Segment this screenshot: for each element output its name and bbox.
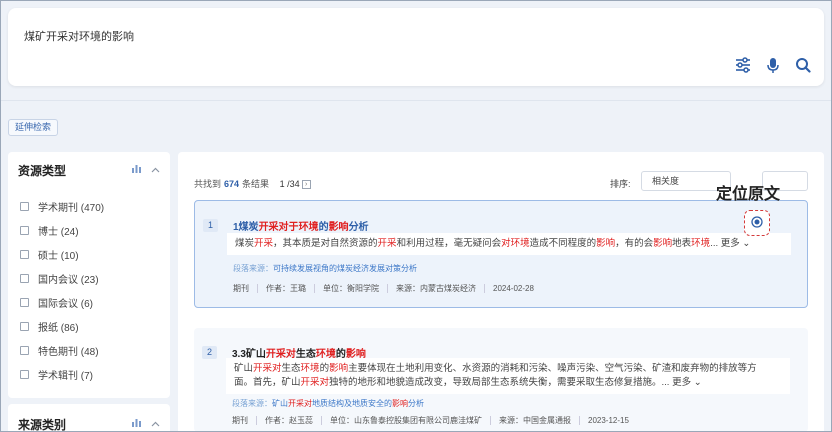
source-link[interactable]: 可持续发展视角的煤炭经济发展对策分析	[273, 264, 417, 273]
filter-item[interactable]: 国际会议 (6)	[20, 295, 93, 310]
chevron-up-icon[interactable]	[151, 419, 160, 430]
chevron-down-icon[interactable]: ⌄	[740, 238, 750, 249]
result-index: 1	[203, 219, 218, 232]
filter-item[interactable]: 博士 (24)	[20, 223, 79, 238]
filter-item[interactable]: 特色期刊 (48)	[20, 343, 99, 358]
bar-chart-icon[interactable]	[132, 164, 141, 176]
paragraph-source: 段落来源：矿山开采对地质结构及地质安全的影响分析	[232, 399, 424, 408]
filter-label: 报纸 (86)	[38, 323, 79, 334]
filter-label: 国内会议 (23)	[38, 275, 99, 286]
resource-type-title: 资源类型	[18, 163, 67, 178]
search-input[interactable]: 煤矿开采对环境的影响	[24, 28, 134, 44]
checkbox[interactable]	[20, 274, 29, 283]
checkbox[interactable]	[20, 250, 29, 259]
meta-unit: 单位：衡阳学院	[323, 284, 379, 293]
locate-original-label: 定位原文	[716, 184, 781, 203]
search-tools	[734, 56, 812, 74]
result-number: 674	[224, 179, 240, 189]
microphone-icon[interactable]	[764, 56, 782, 74]
meta-date: 2023-12-15	[588, 416, 629, 425]
meta-source: 来源：内蒙古煤炭经济	[396, 284, 476, 293]
meta-author: 作者：赵玉蕊	[265, 416, 313, 425]
result-card[interactable]: 1 1煤炭开采对于环境的影响分析 煤炭开采，其本质是对自然资源的开采和利用过程，…	[194, 200, 808, 308]
page-next-icon[interactable]: ›	[301, 180, 311, 190]
result-meta: 期刊 作者：赵玉蕊 单位：山东鲁泰控股集团有限公司鹿洼煤矿 来源：中国金属通报 …	[232, 415, 629, 426]
filter-sliders-icon[interactable]	[734, 56, 752, 74]
chevron-up-icon[interactable]	[151, 165, 160, 176]
checkbox[interactable]	[20, 346, 29, 355]
chevron-down-icon[interactable]: ⌄	[691, 377, 702, 388]
filter-label: 特色期刊 (48)	[38, 347, 99, 358]
filter-label: 博士 (24)	[38, 227, 79, 238]
target-icon	[751, 215, 763, 231]
result-index: 2	[202, 346, 217, 359]
resource-type-header: 资源类型	[18, 162, 160, 178]
filter-item[interactable]: 国内会议 (23)	[20, 271, 99, 286]
meta-source: 来源：中国金属通报	[499, 416, 571, 425]
resource-type-panel: 资源类型 学术期刊 (470) 博士 (24) 硕士 (10) 国内会议 (23…	[8, 152, 170, 398]
result-card[interactable]: 2 3.3矿山开采对生态环境的影响 矿山开采对生态环境的影响主要体现在土地利用变…	[194, 328, 808, 432]
filter-item[interactable]: 学术辑刊 (7)	[20, 367, 93, 382]
header-divider	[0, 100, 832, 101]
source-category-title: 来源类别	[18, 417, 67, 432]
search-box[interactable]: 煤矿开采对环境的影响	[8, 8, 824, 86]
checkbox[interactable]	[20, 226, 29, 235]
found-prefix: 共找到	[194, 179, 222, 189]
more-link[interactable]: 更多	[721, 238, 740, 249]
meta-type: 期刊	[232, 416, 248, 425]
result-meta: 期刊 作者：王璐 单位：衡阳学院 来源：内蒙古煤炭经济 2024-02-28	[233, 283, 534, 294]
extend-search-button[interactable]: 延伸检索	[8, 119, 59, 136]
locate-original-button[interactable]	[744, 210, 770, 236]
more-link[interactable]: 更多	[672, 377, 691, 388]
meta-unit: 单位：山东鲁泰控股集团有限公司鹿洼煤矿	[330, 416, 482, 425]
checkbox[interactable]	[20, 370, 29, 379]
meta-author: 作者：王璐	[266, 284, 306, 293]
checkbox[interactable]	[20, 322, 29, 331]
page-indicator: 1 /34	[279, 179, 300, 189]
filter-label: 学术辑刊 (7)	[38, 371, 93, 382]
meta-type: 期刊	[233, 284, 249, 293]
meta-date: 2024-02-28	[493, 284, 534, 293]
sort-label: 排序:	[610, 179, 631, 189]
result-snippet: 矿山开采对生态环境的影响主要体现在土地利用变化、水资源的消耗和污染、噪声污染、空…	[226, 358, 790, 394]
source-category-panel: 来源类别	[8, 404, 170, 432]
filter-label: 国际会议 (6)	[38, 299, 93, 310]
result-title[interactable]: 1煤炭开采对于环境的影响分析	[233, 218, 369, 233]
paragraph-source: 段落来源：可持续发展视角的煤炭经济发展对策分析	[233, 264, 417, 273]
filter-item[interactable]: 硕士 (10)	[20, 247, 79, 262]
search-icon[interactable]	[794, 56, 812, 74]
filter-label: 硕士 (10)	[38, 251, 79, 262]
filter-label: 学术期刊 (470)	[38, 203, 105, 214]
source-category-header: 来源类别	[18, 416, 160, 432]
bar-chart-icon[interactable]	[132, 418, 141, 430]
result-snippet: 煤炭开采，其本质是对自然资源的开采和利用过程，毫无疑问会对环境造成不同程度的影响…	[227, 233, 791, 255]
found-suffix: 条结果	[242, 179, 270, 189]
filter-item[interactable]: 学术期刊 (470)	[20, 199, 104, 214]
checkbox[interactable]	[20, 298, 29, 307]
filter-item[interactable]: 报纸 (86)	[20, 319, 79, 334]
source-link[interactable]: 矿山开采对地质结构及地质安全的影响分析	[272, 399, 424, 408]
result-count: 共找到 674 条结果 1 /34 ›	[194, 177, 311, 190]
checkbox[interactable]	[20, 202, 29, 211]
